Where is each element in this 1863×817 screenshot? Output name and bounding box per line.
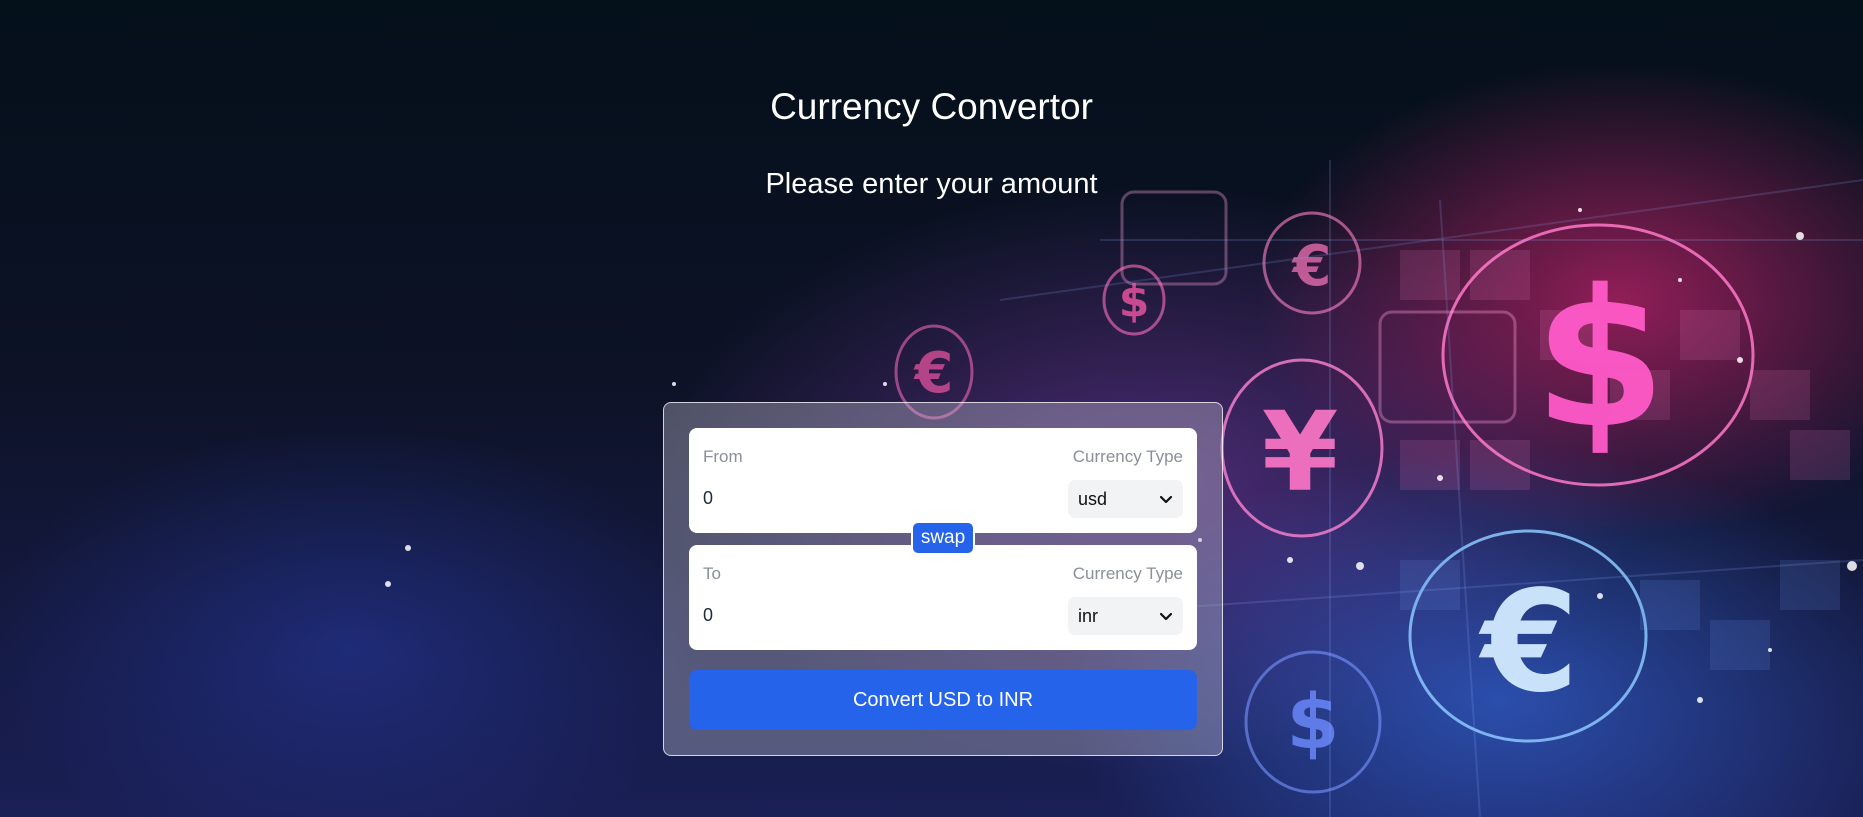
swap-button[interactable]: swap bbox=[911, 521, 975, 555]
euro-ring bbox=[1408, 529, 1648, 743]
chevron-down-icon bbox=[1159, 612, 1173, 621]
from-card: From Currency Type usd bbox=[689, 428, 1197, 533]
euro-icon: € bbox=[1291, 234, 1332, 299]
yen-ring bbox=[1220, 358, 1384, 538]
dollar-icon: $ bbox=[1287, 677, 1340, 766]
from-amount-input[interactable] bbox=[703, 488, 1003, 509]
to-label: To bbox=[703, 564, 721, 583]
page-subtitle: Please enter your amount bbox=[765, 168, 1098, 200]
dollar-icon: $ bbox=[1119, 276, 1150, 327]
page-title: Currency Convertor bbox=[770, 86, 1093, 127]
small-euro-ring bbox=[1262, 211, 1362, 315]
converter-panel: From Currency Type usd To Currency Type … bbox=[663, 402, 1223, 756]
from-label: From bbox=[703, 447, 743, 466]
euro-icon: € bbox=[1478, 561, 1578, 724]
bottom-dollar-ring bbox=[1244, 650, 1382, 794]
from-currency-value: usd bbox=[1078, 488, 1108, 509]
to-currency-select[interactable]: inr bbox=[1068, 597, 1183, 635]
to-currency-type-label: Currency Type bbox=[1072, 564, 1183, 583]
to-card: To Currency Type inr bbox=[689, 545, 1197, 650]
dollar-icon: $ bbox=[1534, 249, 1666, 470]
small-dollar-ring bbox=[1102, 264, 1166, 336]
from-currency-type-label: Currency Type bbox=[1072, 447, 1183, 466]
to-currency-value: inr bbox=[1078, 605, 1099, 626]
convert-button[interactable]: Convert USD to INR bbox=[689, 670, 1197, 730]
to-amount-input[interactable] bbox=[703, 605, 1003, 626]
chevron-down-icon bbox=[1159, 495, 1173, 504]
dollar-ring bbox=[1441, 223, 1755, 487]
yen-icon: ¥ bbox=[1262, 388, 1339, 516]
euro-icon: € bbox=[913, 341, 954, 406]
from-currency-select[interactable]: usd bbox=[1068, 480, 1183, 518]
